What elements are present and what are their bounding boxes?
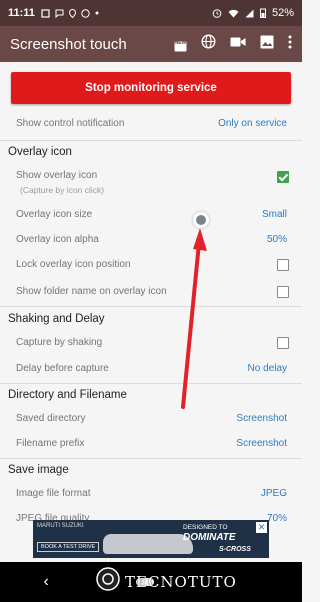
ad-car-image <box>103 534 193 554</box>
section-header-overlay-icon: Overlay icon <box>8 146 72 158</box>
setting-filename-prefix[interactable]: Filename prefix Screenshot <box>0 438 302 454</box>
video-camera-icon[interactable] <box>230 35 246 53</box>
setting-label: Show folder name on overlay icon <box>16 286 167 297</box>
show-folder-checkbox[interactable] <box>277 286 289 298</box>
whatsapp-icon <box>81 8 90 18</box>
ad-brand: MARUTI SUZUKI <box>37 523 84 529</box>
setting-label: Show overlay icon <box>16 170 98 181</box>
setting-label: Overlay icon size <box>16 209 93 220</box>
image-icon[interactable] <box>260 35 274 54</box>
section-header-directory-filename: Directory and Filename <box>8 389 127 401</box>
notification-square-icon <box>41 8 50 18</box>
show-overlay-checkbox[interactable] <box>277 171 289 183</box>
status-time: 11:11 <box>8 7 35 19</box>
section-header-save-image: Save image <box>8 464 69 476</box>
stop-monitoring-button[interactable]: Stop monitoring service <box>11 72 291 104</box>
setting-lock-overlay-icon-position[interactable]: Lock overlay icon position <box>0 259 302 275</box>
ad-headline-1: DESIGNED TO <box>183 524 228 531</box>
setting-value: JPEG <box>260 488 287 499</box>
alarm-icon <box>212 8 222 18</box>
setting-subtitle: (Capture by icon click) <box>20 185 105 195</box>
lock-position-checkbox[interactable] <box>277 259 289 271</box>
section-header-shaking-delay: Shaking and Delay <box>8 313 105 325</box>
setting-value: 50% <box>266 234 287 245</box>
setting-label: Delay before capture <box>16 363 109 374</box>
setting-show-control-notification[interactable]: Show control notification Only on servic… <box>0 118 302 134</box>
divider <box>0 383 302 384</box>
divider <box>0 306 302 307</box>
setting-value: Screenshot <box>236 438 287 449</box>
setting-capture-by-shaking[interactable]: Capture by shaking <box>0 337 302 353</box>
new-badge-label: NEW <box>174 39 187 46</box>
ad-cta-button[interactable]: BOOK A TEST DRIVE <box>37 542 100 552</box>
setting-label: Image file format <box>16 488 91 499</box>
message-bubble-icon <box>55 9 64 18</box>
setting-label: Filename prefix <box>16 438 85 449</box>
setting-overlay-icon-size[interactable]: Overlay icon size Small <box>0 209 302 225</box>
app-bar: Screenshot touch NEW <box>0 26 302 62</box>
location-icon <box>68 8 76 18</box>
globe-icon[interactable] <box>201 34 216 54</box>
watermark-logo-icon <box>95 566 121 597</box>
setting-label: Saved directory <box>16 413 86 424</box>
setting-saved-directory[interactable]: Saved directory Screenshot <box>0 413 302 429</box>
setting-value: Small <box>261 209 287 220</box>
setting-show-overlay-icon[interactable]: Show overlay icon (Capture by icon click… <box>0 170 302 200</box>
watermark: TECNOTUTO <box>95 566 237 597</box>
watermark-text: TECNOTUTO <box>125 572 237 591</box>
setting-overlay-icon-alpha[interactable]: Overlay icon alpha 50% <box>0 234 302 250</box>
signal-icon <box>245 9 254 18</box>
battery-icon <box>259 8 266 18</box>
setting-value: Screenshot <box>236 413 287 424</box>
setting-label: Lock overlay icon position <box>16 259 131 270</box>
ad-headline-2: DOMINATE <box>183 532 236 543</box>
setting-show-folder-name[interactable]: Show folder name on overlay icon <box>0 286 302 302</box>
setting-image-file-format[interactable]: Image file format JPEG <box>0 488 302 504</box>
status-bar: 11:11 52% <box>0 0 302 26</box>
setting-delay-before-capture[interactable]: Delay before capture No delay <box>0 363 302 379</box>
ad-banner[interactable]: MARUTI SUZUKI BOOK A TEST DRIVE DESIGNED… <box>33 520 269 558</box>
battery-percent: 52% <box>271 7 294 19</box>
divider <box>0 458 302 459</box>
setting-label: Overlay icon alpha <box>16 234 99 245</box>
ad-close-icon[interactable]: ✕ <box>256 522 267 533</box>
setting-value: Only on service <box>218 118 287 129</box>
more-vertical-icon[interactable] <box>288 35 292 54</box>
notification-dot-icon <box>95 11 99 15</box>
nav-back-icon[interactable]: ‹ <box>43 573 48 591</box>
ad-model: S-CROSS <box>219 546 251 553</box>
settings-list[interactable]: Stop monitoring service Show control not… <box>0 62 302 560</box>
setting-value: No delay <box>247 363 287 374</box>
capture-shaking-checkbox[interactable] <box>277 337 289 349</box>
wifi-icon <box>228 9 239 18</box>
divider <box>0 140 302 141</box>
overlay-capture-icon[interactable] <box>193 212 209 228</box>
new-badge-icon[interactable]: NEW <box>174 39 187 51</box>
setting-label: Show control notification <box>16 118 125 129</box>
setting-value: 70% <box>266 513 287 524</box>
app-title: Screenshot touch <box>10 35 127 53</box>
setting-label: Capture by shaking <box>16 337 103 348</box>
